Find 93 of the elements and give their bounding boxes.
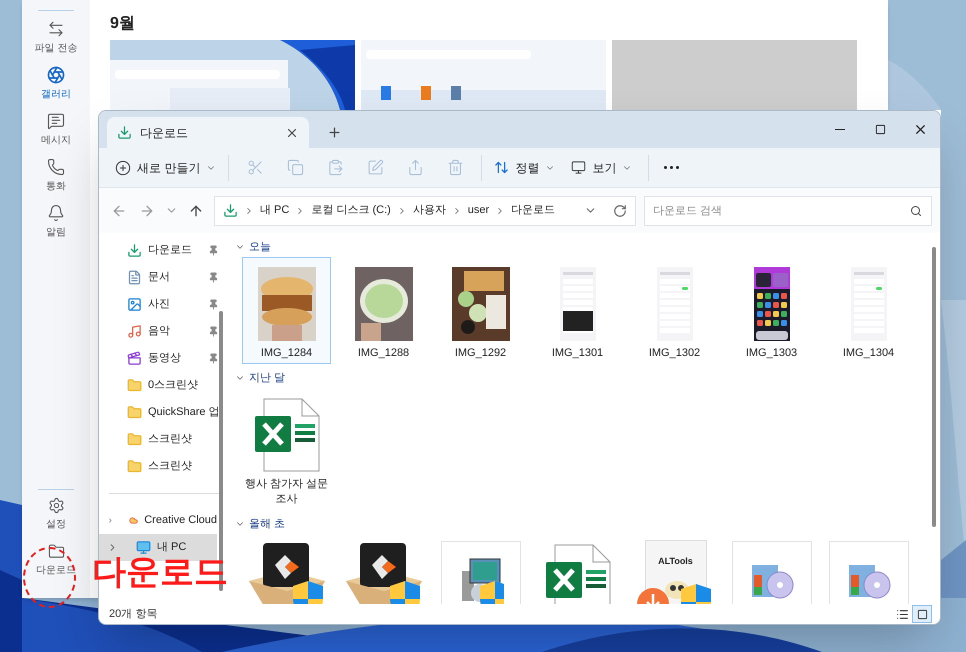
- nav-item[interactable]: 동영상: [99, 345, 229, 372]
- file-name: IMG_1303: [744, 346, 798, 361]
- download-icon: [127, 243, 142, 258]
- month-heading: 9월: [110, 14, 136, 34]
- breadcrumb[interactable]: 로컬 디스크 (C:): [311, 202, 391, 219]
- nav-item[interactable]: 다운로드: [99, 237, 229, 264]
- bell-icon: [47, 204, 65, 222]
- rail-item[interactable]: 통화: [26, 153, 86, 199]
- breadcrumb[interactable]: user: [468, 202, 490, 219]
- file-name: IMG_1288: [356, 346, 410, 361]
- file-item[interactable]: IMG_1303: [727, 257, 816, 364]
- tab[interactable]: 다운로드: [107, 117, 309, 148]
- trash-icon: [446, 159, 464, 176]
- tiles-view-button[interactable]: [912, 605, 932, 623]
- group-header[interactable]: 지난 달: [249, 370, 286, 386]
- file-item[interactable]: IMG_1288: [339, 257, 428, 364]
- rail-item[interactable]: 파일 전송: [26, 15, 86, 61]
- file-name: IMG_1301: [550, 346, 604, 361]
- rail-item[interactable]: 메시지: [26, 107, 86, 153]
- settings-icon: [48, 496, 64, 514]
- nav-item[interactable]: 문서: [99, 264, 229, 291]
- breadcrumb[interactable]: 다운로드: [511, 202, 556, 219]
- new-button[interactable]: 새로 만들기: [109, 152, 222, 182]
- breadcrumb[interactable]: 사용자: [412, 202, 446, 219]
- scissors-icon: [246, 159, 264, 176]
- share-icon: [406, 159, 424, 176]
- download-icon: [223, 203, 238, 218]
- aperture-icon: [47, 66, 65, 84]
- nav-item[interactable]: 스크린샷: [99, 426, 229, 453]
- music-icon: [127, 324, 142, 339]
- file-item[interactable]: 행사 참가자 설문 조사: [242, 388, 331, 510]
- refresh-icon[interactable]: [613, 204, 627, 218]
- sort-icon: [494, 160, 510, 175]
- file-item[interactable]: IMG_1304: [824, 257, 913, 364]
- annotation-circle: [23, 547, 76, 608]
- up-icon[interactable]: [188, 202, 204, 218]
- nav-item[interactable]: Creative Cloud: [99, 507, 217, 534]
- download-icon: [117, 125, 132, 140]
- folder-icon: [127, 432, 142, 447]
- square-icon: [916, 608, 928, 620]
- file-name: IMG_1304: [842, 346, 896, 361]
- nav-item[interactable]: 0스크린샷: [99, 372, 229, 399]
- folder-icon: [127, 459, 142, 474]
- video-icon: [127, 351, 142, 366]
- message-icon: [47, 112, 65, 130]
- list-icon: [896, 608, 908, 620]
- rail-item[interactable]: 갤러리: [26, 61, 86, 107]
- group-header[interactable]: 올해 초: [249, 516, 286, 532]
- rail-item[interactable]: 다운로드: [30, 540, 82, 580]
- transfer-icon: [47, 20, 65, 38]
- group-header[interactable]: 오늘: [249, 238, 271, 256]
- status-text: 20개 항목: [109, 606, 158, 622]
- file-item[interactable]: IMG_1301: [533, 257, 622, 364]
- file-name: IMG_1302: [648, 346, 702, 361]
- back-icon[interactable]: [111, 202, 127, 218]
- more-icon: [664, 166, 679, 169]
- nav-item[interactable]: 음악: [99, 318, 229, 345]
- plus-icon: [115, 160, 131, 176]
- forward-icon[interactable]: [139, 202, 155, 218]
- folder-icon: [127, 405, 142, 420]
- file-item[interactable]: ALTools: [630, 534, 719, 604]
- search-field[interactable]: 다운로드 검색: [644, 196, 932, 226]
- file-item[interactable]: IMG_1292: [436, 257, 525, 364]
- rename-icon: [366, 159, 384, 176]
- breadcrumb[interactable]: 내 PC: [260, 202, 290, 219]
- search-icon: [910, 204, 922, 216]
- file-name: IMG_1292: [454, 346, 508, 361]
- address-bar[interactable]: 내 PC 로컬 디스크 (C:) 사용자 user 다운로드: [214, 196, 636, 226]
- rail-item[interactable]: 설정: [30, 494, 82, 534]
- copy-icon: [286, 159, 304, 176]
- minimize-icon: [835, 129, 845, 130]
- monitor-icon: [136, 540, 151, 555]
- file-item[interactable]: IMG_1302: [630, 257, 719, 364]
- scrollbar[interactable]: [932, 247, 936, 527]
- file-name: 행사 참가자 설문 조사: [244, 477, 330, 507]
- sort-button[interactable]: 정렬: [488, 152, 562, 182]
- rail-item[interactable]: 알림: [26, 199, 86, 245]
- folder-icon: [127, 378, 142, 393]
- excel-file-icon: [254, 398, 320, 472]
- view-button[interactable]: 보기: [561, 152, 642, 182]
- file-item[interactable]: IMG_1284: [242, 257, 331, 364]
- nav-item[interactable]: 사진: [99, 291, 229, 318]
- nav-item[interactable]: 스크린샷: [99, 453, 229, 480]
- clipboard-icon: [326, 159, 344, 176]
- file-name: IMG_1284: [260, 346, 314, 361]
- nav-item[interactable]: QuickShare 업: [99, 399, 229, 426]
- phone-icon: [47, 158, 65, 176]
- new-tab-icon[interactable]: [327, 125, 342, 140]
- document-icon: [127, 270, 142, 285]
- monitor-icon: [571, 160, 586, 175]
- maximize-icon: [874, 124, 886, 135]
- image-icon: [127, 297, 142, 312]
- folder-icon: [48, 542, 64, 560]
